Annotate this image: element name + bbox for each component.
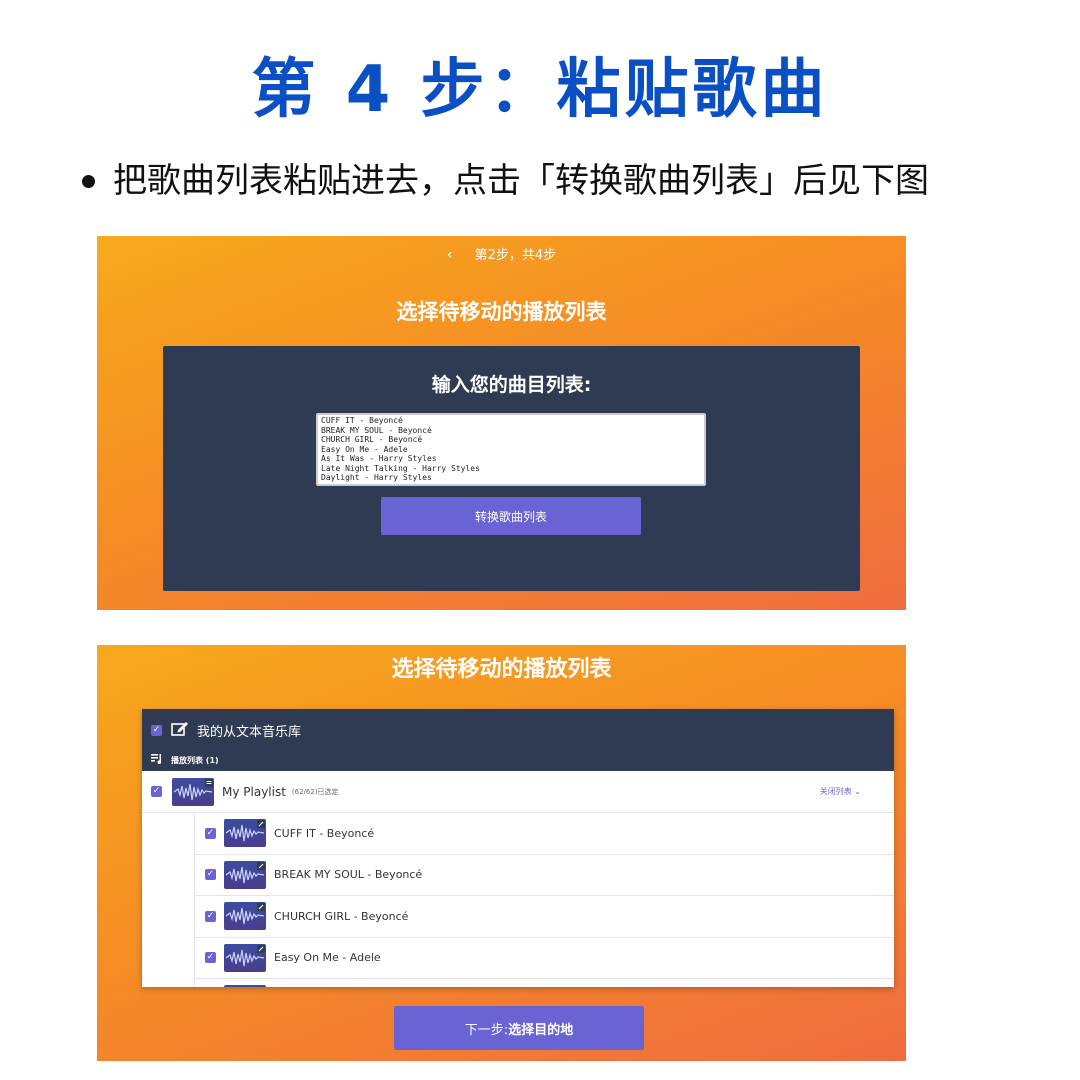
playlist-thumbnail bbox=[172, 777, 214, 806]
step-indicator: 第2步，共4步 bbox=[474, 248, 557, 263]
instruction-text: 把歌曲列表粘贴进去，点击「转换歌曲列表」后见下图 bbox=[113, 161, 929, 201]
card-title: 输入您的曲目列表: bbox=[431, 374, 592, 396]
library-header: ✓ 我的从文本音乐库 播放列表 (1) bbox=[142, 709, 894, 771]
track-thumbnail bbox=[224, 985, 266, 987]
edit-note-icon bbox=[171, 720, 189, 740]
instruction-line: 把歌曲列表粘贴进去，点击「转换歌曲列表」后见下图 bbox=[82, 158, 929, 204]
panel-heading: 选择待移动的播放列表 bbox=[396, 300, 607, 324]
page-title: 第 4 步：粘贴歌曲 bbox=[251, 53, 829, 127]
library-title: 我的从文本音乐库 bbox=[197, 724, 302, 740]
library-checkbox[interactable]: ✓ bbox=[151, 724, 162, 736]
track-checkbox[interactable]: ✓ bbox=[205, 827, 216, 839]
track-checkbox[interactable]: ✓ bbox=[205, 952, 216, 964]
playlists-label: 播放列表 (1) bbox=[171, 755, 219, 765]
playlist-select-panel: 选择待移动的播放列表 ✓ 我的从文本音乐库 播放列表 (1) ✓ My Play… bbox=[97, 645, 906, 1061]
bullet-dot bbox=[82, 174, 95, 188]
next-button-destination: 选择目的地 bbox=[508, 1022, 574, 1038]
close-list-toggle[interactable]: 关闭列表 ⌄ bbox=[820, 786, 861, 797]
track-input-card: 输入您的曲目列表: CUFF IT - Beyoncé BREAK MY SOU… bbox=[163, 346, 860, 591]
convert-track-list-button[interactable]: 转换歌曲列表 bbox=[381, 497, 641, 535]
track-title: BREAK MY SOUL - Beyoncé bbox=[274, 868, 423, 882]
track-checkbox[interactable]: ✓ bbox=[205, 910, 216, 922]
close-list-label: 关闭列表 bbox=[819, 787, 852, 796]
playlist-row[interactable]: ✓ My Playlist (62/62)已选定 关闭列表 ⌄ bbox=[142, 771, 894, 813]
track-input-panel: ‹ 第2步，共4步 选择待移动的播放列表 输入您的曲目列表: CUFF IT -… bbox=[97, 236, 906, 610]
track-title: Easy On Me - Adele bbox=[274, 951, 381, 965]
panel-heading: 选择待移动的播放列表 bbox=[391, 657, 612, 682]
track-thumbnail bbox=[224, 902, 266, 931]
track-row[interactable]: ✓ BREAK MY SOUL - Beyoncé bbox=[195, 855, 894, 896]
library-title-row: ✓ 我的从文本音乐库 bbox=[151, 719, 301, 741]
playlist-icon bbox=[151, 754, 163, 766]
track-title: CUFF IT - Beyoncé bbox=[274, 826, 375, 840]
playlist-name: My Playlist bbox=[222, 784, 286, 799]
track-row[interactable]: ✓ Easy On Me - Adele bbox=[195, 938, 894, 979]
track-list-textarea[interactable]: CUFF IT - Beyoncé BREAK MY SOUL - Beyonc… bbox=[316, 413, 706, 486]
playlist-checkbox[interactable]: ✓ bbox=[151, 786, 162, 797]
track-title: CHURCH GIRL - Beyoncé bbox=[274, 909, 409, 923]
playlists-label-row: 播放列表 (1) bbox=[151, 753, 219, 767]
track-row[interactable]: ✓ CUFF IT - Beyoncé bbox=[195, 813, 894, 855]
step-nav: ‹ 第2步，共4步 bbox=[97, 244, 906, 263]
track-thumbnail bbox=[224, 860, 266, 889]
track-row[interactable]: ✓ CHURCH GIRL - Beyoncé bbox=[195, 896, 894, 938]
track-row-partial[interactable] bbox=[195, 979, 894, 987]
track-thumbnail bbox=[224, 819, 266, 848]
back-chevron-icon[interactable]: ‹ bbox=[447, 247, 453, 263]
track-list: ✓ CUFF IT - Beyoncé ✓ BREAK MY SOUL - Be… bbox=[194, 813, 894, 987]
track-thumbnail bbox=[224, 943, 266, 972]
playlist-selected-count: (62/62)已选定 bbox=[291, 787, 339, 796]
next-step-button[interactable]: 下一步: 选择目的地 bbox=[394, 1006, 644, 1050]
chevron-down-icon: ⌄ bbox=[854, 787, 861, 796]
library-box: ✓ 我的从文本音乐库 播放列表 (1) ✓ My Playlist (62/62… bbox=[142, 709, 894, 987]
next-button-prefix: 下一步: bbox=[464, 1022, 509, 1038]
track-checkbox[interactable]: ✓ bbox=[205, 869, 216, 881]
